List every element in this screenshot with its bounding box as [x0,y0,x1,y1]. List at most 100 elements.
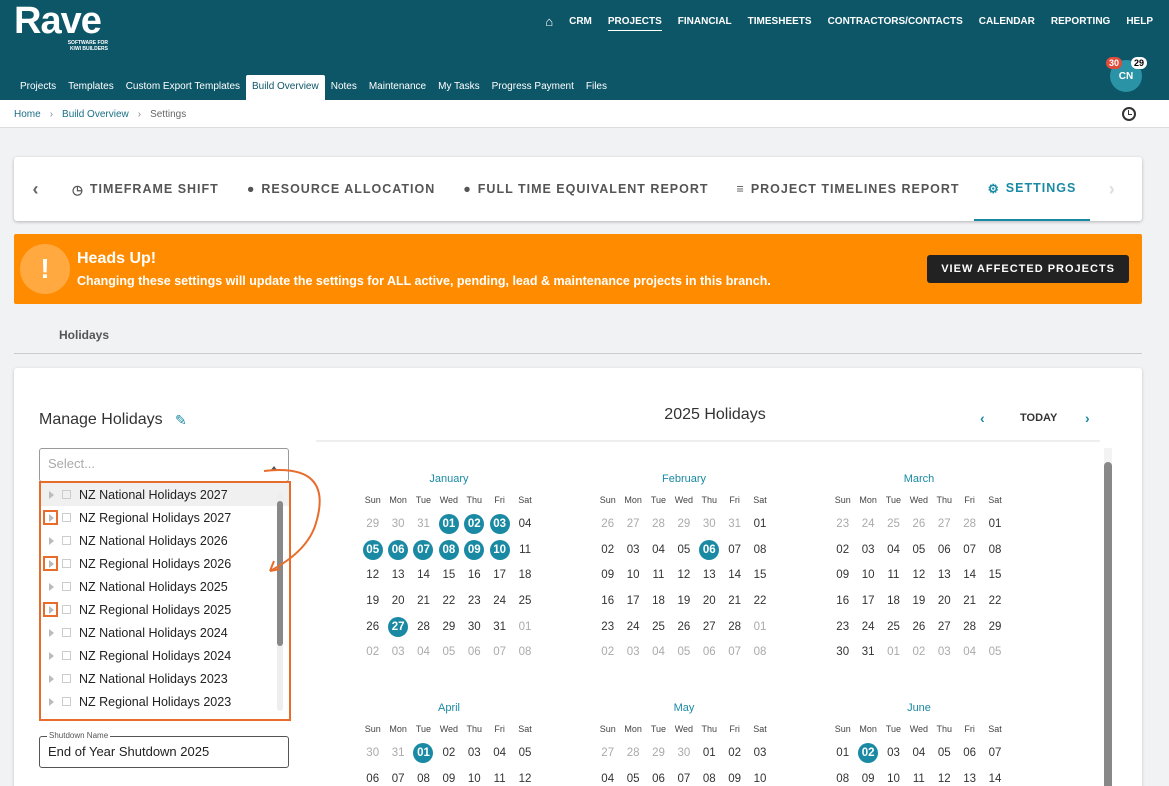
nav-calendar[interactable]: CALENDAR [979,16,1035,30]
day-cell[interactable]: 31 [722,512,747,536]
checkbox[interactable] [62,513,71,522]
breadcrumb-build-overview[interactable]: Build Overview [62,109,129,120]
day-cell[interactable]: 11 [646,563,671,587]
tab-my-tasks[interactable]: My Tasks [432,75,486,100]
day-cell[interactable]: 15 [747,563,772,587]
chevron-right-icon[interactable]: › [1090,179,1134,200]
day-cell[interactable]: 08 [411,767,436,786]
day-cell[interactable]: 07 [982,741,1007,765]
day-cell[interactable]: 12 [671,563,696,587]
day-cell[interactable]: 07 [671,767,696,786]
holiday-option[interactable]: NZ National Holidays 2027 [41,483,289,506]
day-cell[interactable]: 05 [671,538,696,562]
tab-progress-payment[interactable]: Progress Payment [486,75,580,100]
day-cell[interactable]: 29 [982,615,1007,639]
day-cell[interactable]: 02 [722,741,747,765]
day-cell[interactable]: 26 [906,512,931,536]
holiday-option[interactable]: NZ National Holidays 2025 [41,575,289,598]
day-cell[interactable]: 07 [385,767,410,786]
day-cell[interactable]: 11 [881,563,906,587]
day-cell[interactable]: 28 [411,615,436,639]
day-cell[interactable]: 04 [595,767,620,786]
day-cell[interactable]: 18 [646,589,671,613]
day-cell[interactable]: 04 [646,640,671,664]
day-cell[interactable]: 18 [881,589,906,613]
checkbox[interactable] [62,559,71,568]
nav-contractors[interactable]: CONTRACTORS/CONTACTS [828,16,963,30]
day-cell[interactable]: 31 [487,615,512,639]
day-cell[interactable]: 07 [722,538,747,562]
checkbox[interactable] [62,536,71,545]
day-cell[interactable]: 08 [747,640,772,664]
day-cell[interactable]: 04 [512,512,537,536]
day-cell[interactable]: 14 [957,563,982,587]
tab-templates[interactable]: Templates [62,75,120,100]
day-cell[interactable]: 23 [595,615,620,639]
history-icon[interactable] [1122,107,1136,121]
day-cell[interactable]: 01 [747,512,772,536]
day-cell[interactable]: 02 [360,640,385,664]
day-cell[interactable]: 29 [671,512,696,536]
day-cell[interactable]: 25 [512,589,537,613]
holiday-option[interactable]: NZ Regional Holidays 2024 [41,644,289,667]
nav-timesheets[interactable]: TIMESHEETS [748,16,812,30]
day-cell[interactable]: 30 [830,640,855,664]
day-cell[interactable]: 28 [620,741,645,765]
day-cell[interactable]: 05 [932,741,957,765]
today-button[interactable]: TODAY [1020,412,1057,424]
view-affected-projects-button[interactable]: VIEW AFFECTED PROJECTS [927,255,1129,283]
day-cell[interactable]: 03 [881,741,906,765]
day-cell[interactable]: 16 [830,589,855,613]
expand-caret-icon[interactable] [49,651,54,660]
day-cell[interactable]: 09 [855,767,880,786]
holiday-day[interactable]: 03 [487,512,512,536]
day-cell[interactable]: 24 [620,615,645,639]
day-cell[interactable]: 30 [697,512,722,536]
day-cell[interactable]: 01 [830,741,855,765]
day-cell[interactable]: 29 [360,512,385,536]
day-cell[interactable]: 01 [982,512,1007,536]
holiday-option[interactable]: NZ National Holidays 2024 [41,621,289,644]
day-cell[interactable]: 04 [487,741,512,765]
day-cell[interactable]: 02 [595,538,620,562]
day-cell[interactable]: 27 [595,741,620,765]
day-cell[interactable]: 23 [830,615,855,639]
day-cell[interactable]: 28 [646,512,671,536]
day-cell[interactable]: 12 [360,563,385,587]
nav-crm[interactable]: CRM [569,16,592,30]
day-cell[interactable]: 25 [881,512,906,536]
day-cell[interactable]: 09 [595,563,620,587]
holiday-day[interactable]: 27 [385,615,410,639]
holiday-option[interactable]: NZ Regional Holidays 2027 [41,506,289,529]
chevron-left-icon[interactable]: ‹ [14,179,58,200]
nav-financial[interactable]: FINANCIAL [678,16,732,30]
day-cell[interactable]: 06 [957,741,982,765]
day-cell[interactable]: 22 [436,589,461,613]
day-cell[interactable]: 09 [436,767,461,786]
day-cell[interactable]: 10 [620,563,645,587]
day-cell[interactable]: 06 [697,640,722,664]
message-badge[interactable]: 29 [1131,57,1148,69]
day-cell[interactable]: 08 [982,538,1007,562]
tab-resource-allocation[interactable]: ● RESOURCE ALLOCATION [233,157,449,221]
day-cell[interactable]: 07 [722,640,747,664]
day-cell[interactable]: 04 [881,538,906,562]
day-cell[interactable]: 30 [360,741,385,765]
day-cell[interactable]: 26 [595,512,620,536]
tab-project-timelines[interactable]: ≡ PROJECT TIMELINES REPORT [723,157,974,221]
day-cell[interactable]: 16 [595,589,620,613]
day-cell[interactable]: 31 [385,741,410,765]
day-cell[interactable]: 25 [881,615,906,639]
day-cell[interactable]: 21 [722,589,747,613]
tab-timeframe-shift[interactable]: ◷ TIMEFRAME SHIFT [58,157,233,221]
day-cell[interactable]: 30 [462,615,487,639]
day-cell[interactable]: 10 [462,767,487,786]
day-cell[interactable]: 08 [830,767,855,786]
day-cell[interactable]: 13 [957,767,982,786]
day-cell[interactable]: 19 [360,589,385,613]
day-cell[interactable]: 23 [462,589,487,613]
prev-year-icon[interactable]: ‹ [980,410,985,426]
day-cell[interactable]: 15 [982,563,1007,587]
notification-badge[interactable]: 30 [1106,57,1123,69]
day-cell[interactable]: 04 [646,538,671,562]
